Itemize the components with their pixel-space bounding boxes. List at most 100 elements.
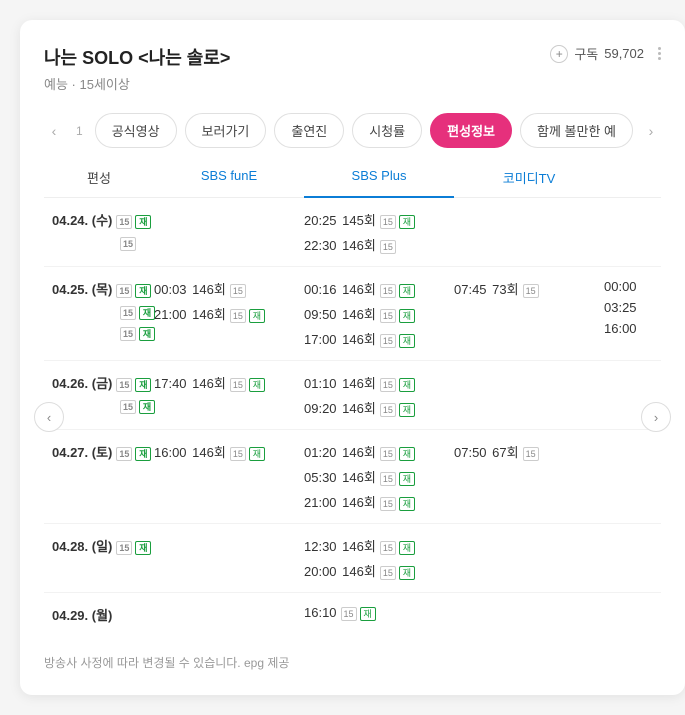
schedule-entry: 21:00 146회15재 xyxy=(154,304,304,323)
overflow-cell xyxy=(604,605,654,624)
rerun-badge: 재 xyxy=(139,400,155,414)
age15-badge: 15 xyxy=(380,472,396,486)
channel-cell xyxy=(454,605,604,624)
time: 22:30 xyxy=(304,238,337,253)
schedule-entry: 09:50 146회15재 xyxy=(304,304,454,323)
age15-badge: 15 xyxy=(380,497,396,511)
schedule-entry: 00:16 146회15재 xyxy=(304,279,454,298)
col-header-channel[interactable]: 코미디TV xyxy=(454,168,604,187)
tab-4[interactable]: 편성정보 xyxy=(430,113,512,148)
schedule-entry: 01:20 146회15재 xyxy=(304,442,454,461)
date-text: 04.29. (월) xyxy=(52,605,154,624)
channel-cell: 17:40 146회15재 xyxy=(154,373,304,417)
more-icon[interactable] xyxy=(658,47,661,60)
time: 12:30 xyxy=(304,539,337,554)
tab-3[interactable]: 시청률 xyxy=(352,113,422,148)
episode: 146회 xyxy=(339,282,376,297)
time: 16:00 xyxy=(154,445,187,460)
overflow-cell xyxy=(604,210,654,254)
time: 07:45 xyxy=(454,282,487,297)
time: 09:20 xyxy=(304,401,337,416)
date-cell: 04.27. (토)15재 xyxy=(44,442,154,511)
episode: 146회 xyxy=(339,445,376,460)
tab-5[interactable]: 함께 볼만한 예 xyxy=(520,113,633,148)
overflow-cell: 00:0003:2516:00 xyxy=(604,279,654,348)
tab-0[interactable]: 공식영상 xyxy=(95,113,177,148)
time: 05:30 xyxy=(304,470,337,485)
program-meta: 예능 15세이상 xyxy=(44,74,230,93)
age15-badge: 15 xyxy=(380,215,396,229)
age15-badge: 15 xyxy=(120,400,136,414)
age15-badge: 15 xyxy=(380,240,396,254)
age15-badge: 15 xyxy=(523,447,539,461)
page-indicator: 1 xyxy=(72,124,87,138)
date-cell: 04.28. (일)15재 xyxy=(44,536,154,580)
table-row: 04.27. (토)15재16:00 146회15재01:20 146회15재0… xyxy=(44,430,661,524)
footer-note: 방송사 사정에 따라 변경될 수 있습니다. epg 제공 xyxy=(44,654,661,671)
channel-cell: 00:03 146회15 21:00 146회15재 xyxy=(154,279,304,348)
channel-cell xyxy=(154,210,304,254)
schedule-entry: 07:50 67회15 xyxy=(454,442,604,461)
tabs-prev-button[interactable]: ‹ xyxy=(44,117,64,145)
channel-cell: 00:16 146회15재09:50 146회15재17:00 146회15재 xyxy=(304,279,454,348)
rerun-badge: 재 xyxy=(399,403,415,417)
time: 21:00 xyxy=(304,495,337,510)
subscribe-block[interactable]: + 구독 59,702 xyxy=(550,44,661,63)
schedule-entry: 21:00 146회15재 xyxy=(304,492,454,511)
overflow-cell xyxy=(604,442,654,511)
age-rating: 15세이상 xyxy=(72,77,130,92)
episode: 146회 xyxy=(339,495,376,510)
time: 03:25 xyxy=(604,300,654,315)
table-row: 04.26. (금)15재15재17:40 146회15재01:10 146회1… xyxy=(44,361,661,430)
time: 00:00 xyxy=(604,279,654,294)
channel-cell: 16:1015재 xyxy=(304,605,454,624)
date-cell: 04.24. (수)15재15 xyxy=(44,210,154,254)
age15-badge: 15 xyxy=(120,306,136,320)
age15-badge: 15 xyxy=(230,284,246,298)
age15-badge: 15 xyxy=(120,237,136,251)
rerun-badge: 재 xyxy=(399,378,415,392)
age15-badge: 15 xyxy=(116,378,132,392)
channel-cell xyxy=(454,210,604,254)
title-block: 나는 SOLO <나는 솔로> 예능 15세이상 xyxy=(44,44,230,93)
rerun-badge: 재 xyxy=(135,541,151,555)
schedule-entry: 17:40 146회15재 xyxy=(154,373,304,392)
program-card: 나는 SOLO <나는 솔로> 예능 15세이상 + 구독 59,702 ‹ 1… xyxy=(20,20,685,695)
time: 20:25 xyxy=(304,213,337,228)
schedule-entry: 12:30 146회15재 xyxy=(304,536,454,555)
time: 01:20 xyxy=(304,445,337,460)
date-cell: 04.29. (월) xyxy=(44,605,154,624)
schedule-entry: 20:00 146회15재 xyxy=(304,561,454,580)
time: 09:50 xyxy=(304,307,337,322)
schedule-next-button[interactable]: › xyxy=(641,402,671,432)
col-header-channel[interactable]: SBS Plus xyxy=(304,168,454,198)
tabs-next-button[interactable]: › xyxy=(641,117,661,145)
age15-badge: 15 xyxy=(380,403,396,417)
age15-badge: 15 xyxy=(116,541,132,555)
rerun-badge: 재 xyxy=(249,378,265,392)
subscribe-label: 구독 xyxy=(574,44,598,63)
episode: 146회 xyxy=(189,307,226,322)
age15-badge: 15 xyxy=(523,284,539,298)
channel-cell: 07:45 73회15 xyxy=(454,279,604,348)
rerun-badge: 재 xyxy=(399,215,415,229)
schedule-prev-button[interactable]: ‹ xyxy=(34,402,64,432)
table-row: 04.29. (월) 16:1015재 xyxy=(44,593,661,636)
time: 17:00 xyxy=(304,332,337,347)
schedule-entry: 00:03 146회15 xyxy=(154,279,304,298)
date-text: 04.26. (금) xyxy=(52,376,112,391)
age15-badge: 15 xyxy=(230,378,246,392)
rerun-badge: 재 xyxy=(399,284,415,298)
episode: 145회 xyxy=(339,213,376,228)
header: 나는 SOLO <나는 솔로> 예능 15세이상 + 구독 59,702 xyxy=(44,44,661,93)
episode: 146회 xyxy=(339,376,376,391)
table-row: 04.28. (일)15재12:30 146회15재20:00 146회15재 xyxy=(44,524,661,593)
episode: 146회 xyxy=(339,564,376,579)
col-header-channel[interactable]: SBS funE xyxy=(154,168,304,187)
schedule-table: ‹ › 편성SBS funESBS Plus코미디TV 04.24. (수)15… xyxy=(44,168,661,636)
tab-2[interactable]: 출연진 xyxy=(274,113,344,148)
rerun-badge: 재 xyxy=(399,309,415,323)
col-header-date: 편성 xyxy=(44,168,154,187)
tab-1[interactable]: 보러가기 xyxy=(185,113,267,148)
channel-cell: 07:50 67회15 xyxy=(454,442,604,511)
